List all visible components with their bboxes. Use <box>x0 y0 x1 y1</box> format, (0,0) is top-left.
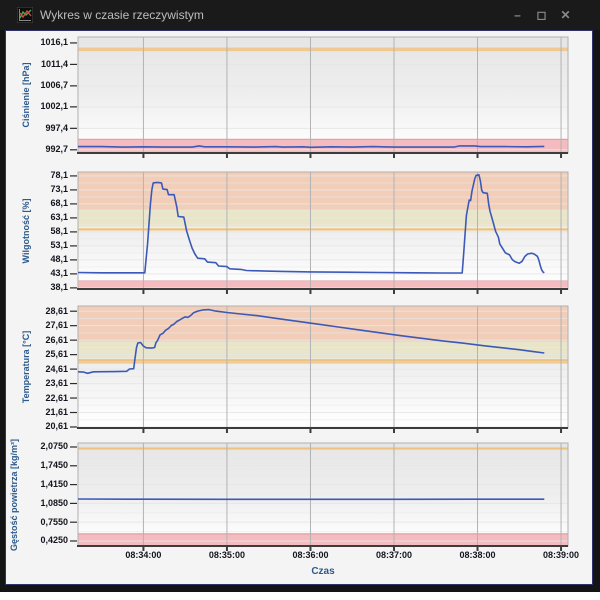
y-tick-label: 2,0750 <box>18 441 68 452</box>
y-tick-label: 21,61 <box>18 407 68 418</box>
x-tick-label: 08:37:00 <box>364 550 424 561</box>
charts-canvas <box>0 0 600 600</box>
y-tick-label: 78,1 <box>18 170 68 181</box>
y-tick-label: 38,1 <box>18 282 68 293</box>
y-tick-label: 53,1 <box>18 240 68 251</box>
y-tick-label: 25,61 <box>18 349 68 360</box>
y-tick-label: 1002,1 <box>18 101 68 112</box>
y-tick-label: 1,7450 <box>18 460 68 471</box>
y-tick-label: 22,61 <box>18 393 68 404</box>
y-tick-label: 26,61 <box>18 335 68 346</box>
y-tick-label: 58,1 <box>18 226 68 237</box>
x-tick-label: 08:36:00 <box>280 550 340 561</box>
x-tick-label: 08:38:00 <box>448 550 508 561</box>
y-tick-label: 73,1 <box>18 184 68 195</box>
y-tick-label: 1016,1 <box>18 37 68 48</box>
y-tick-label: 992,7 <box>18 144 68 155</box>
y-axis-title-0: Ciśnienie [hPa] <box>21 62 31 127</box>
x-tick-label: 08:34:00 <box>113 550 173 561</box>
y-tick-label: 63,1 <box>18 212 68 223</box>
y-tick-label: 43,1 <box>18 268 68 279</box>
y-tick-label: 20,61 <box>18 421 68 432</box>
y-tick-label: 24,61 <box>18 364 68 375</box>
x-tick-label: 08:35:00 <box>197 550 257 561</box>
y-axis-title-3: Gęstość powietrza [kg/m³] <box>9 438 19 550</box>
x-tick-label: 08:39:00 <box>531 550 591 561</box>
y-tick-label: 0,7550 <box>18 517 68 528</box>
y-tick-label: 1011,4 <box>18 59 68 70</box>
y-tick-label: 0,4250 <box>18 535 68 546</box>
y-tick-label: 23,61 <box>18 378 68 389</box>
y-tick-label: 28,61 <box>18 306 68 317</box>
y-tick-label: 68,1 <box>18 198 68 209</box>
y-tick-label: 27,61 <box>18 320 68 331</box>
y-tick-label: 1006,7 <box>18 80 68 91</box>
y-tick-label: 48,1 <box>18 254 68 265</box>
x-axis-title: Czas <box>303 566 343 577</box>
y-tick-label: 997,4 <box>18 123 68 134</box>
y-tick-label: 1,0850 <box>18 498 68 509</box>
y-tick-label: 1,4150 <box>18 479 68 490</box>
